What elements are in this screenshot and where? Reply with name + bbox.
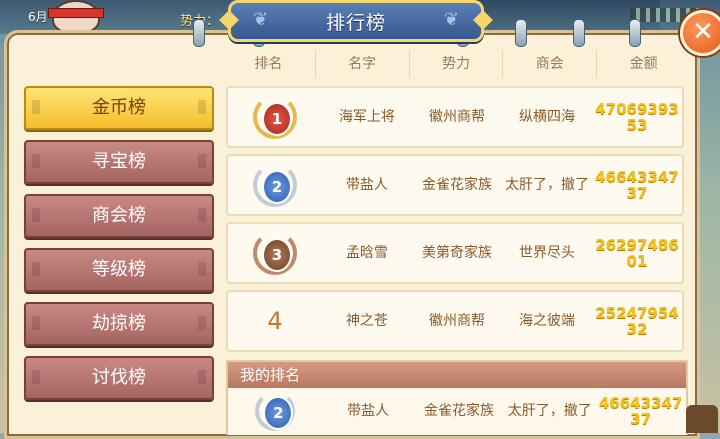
leaderboard-list[interactable]: 1 海军上将 徽州商帮 纵横四海 4706939353 2 带盐人 金雀花家族 … (226, 86, 684, 358)
rank-number: 4 (267, 307, 283, 335)
silver-medal-icon: 2 (255, 390, 296, 431)
player-name: 海军上将 (338, 109, 395, 125)
player-guild: 太肝了，撤了 (504, 177, 589, 193)
rank-cell: 2 (228, 163, 322, 207)
leaderboard-tabs: 金币榜 寻宝榜 商会榜 等级榜 劫掠榜 讨伐榜 (24, 86, 214, 410)
player-faction: 徽州商帮 (428, 109, 485, 125)
player-faction: 美第奇家族 (421, 245, 492, 261)
tab-gold[interactable]: 金币榜 (24, 86, 214, 130)
player-name: 带盐人 (345, 177, 388, 193)
player-name: 带盐人 (347, 402, 390, 419)
bronze-medal-icon: 3 (252, 231, 297, 275)
player-faction: 徽州商帮 (428, 313, 485, 329)
ring-icon (573, 19, 585, 47)
column-header-amount: 金额 (629, 56, 658, 72)
column-header-guild: 商会 (503, 50, 598, 78)
rank-cell: 2 (228, 390, 323, 431)
character-headband (48, 8, 104, 18)
ring-icon (515, 19, 527, 47)
rank-cell: 4 (228, 307, 322, 335)
close-icon: ✕ (692, 17, 714, 47)
gold-amount: 2629748601 (595, 236, 679, 270)
my-rank-row[interactable]: 2 带盐人 金雀花家族 太肝了，撤了 4664334737 (228, 388, 686, 433)
column-header-rank: 排名 (222, 50, 316, 78)
table-row[interactable]: 1 海军上将 徽州商帮 纵横四海 4706939353 (226, 86, 684, 148)
tab-plunder[interactable]: 劫掠榜 (24, 302, 214, 346)
player-faction: 金雀花家族 (421, 177, 492, 193)
tab-label: 劫掠榜 (92, 313, 146, 334)
tab-label: 金币榜 (92, 97, 146, 118)
rank-cell: 3 (228, 231, 322, 275)
table-row[interactable]: 3 孟晗雪 美第奇家族 世界尽头 2629748601 (226, 222, 684, 284)
tab-treasure[interactable]: 寻宝榜 (24, 140, 214, 184)
player-guild: 纵横四海 (518, 109, 575, 125)
laurel-right-icon: ❦ (443, 9, 459, 30)
tab-guild[interactable]: 商会榜 (24, 194, 214, 238)
tab-level[interactable]: 等级榜 (24, 248, 214, 292)
player-name: 神之苍 (345, 313, 388, 329)
silver-medal-icon: 2 (252, 163, 297, 207)
ring-icon (629, 19, 641, 47)
gold-amount: 4664334737 (598, 393, 683, 428)
player-name: 孟晗雪 (345, 245, 388, 261)
column-header-faction: 势力 (410, 50, 504, 78)
player-guild: 海之彼端 (518, 313, 575, 329)
table-row[interactable]: 4 神之苍 徽州商帮 海之彼端 2524795432 (226, 290, 684, 352)
gold-medal-icon: 1 (252, 95, 297, 139)
my-rank-title: 我的排名 (228, 362, 686, 388)
gold-amount: 2524795432 (595, 304, 679, 338)
ring-icon (193, 19, 205, 47)
column-header-name: 名字 (316, 50, 410, 78)
table-row[interactable]: 2 带盐人 金雀花家族 太肝了，撤了 4664334737 (226, 154, 684, 216)
tab-label: 商会榜 (92, 205, 146, 226)
tab-label: 等级榜 (92, 259, 146, 280)
player-guild: 太肝了，撤了 (507, 402, 592, 419)
rank-cell: 1 (228, 95, 322, 139)
title-plaque: ❦ 排行榜 ❦ (228, 0, 484, 42)
tab-label: 寻宝榜 (92, 151, 146, 172)
tab-label: 讨伐榜 (92, 367, 146, 388)
player-guild: 世界尽头 (518, 245, 575, 261)
my-rank-section: 我的排名 2 带盐人 金雀花家族 太肝了，撤了 4664334737 (226, 360, 688, 435)
corner-figure-icon (686, 405, 718, 433)
player-faction: 金雀花家族 (423, 402, 494, 419)
table-header: 排名 名字 势力 商会 金额 (222, 50, 690, 78)
gold-amount: 4706939353 (595, 100, 679, 134)
tab-crusade[interactable]: 讨伐榜 (24, 356, 214, 400)
gold-amount: 4664334737 (595, 168, 679, 202)
